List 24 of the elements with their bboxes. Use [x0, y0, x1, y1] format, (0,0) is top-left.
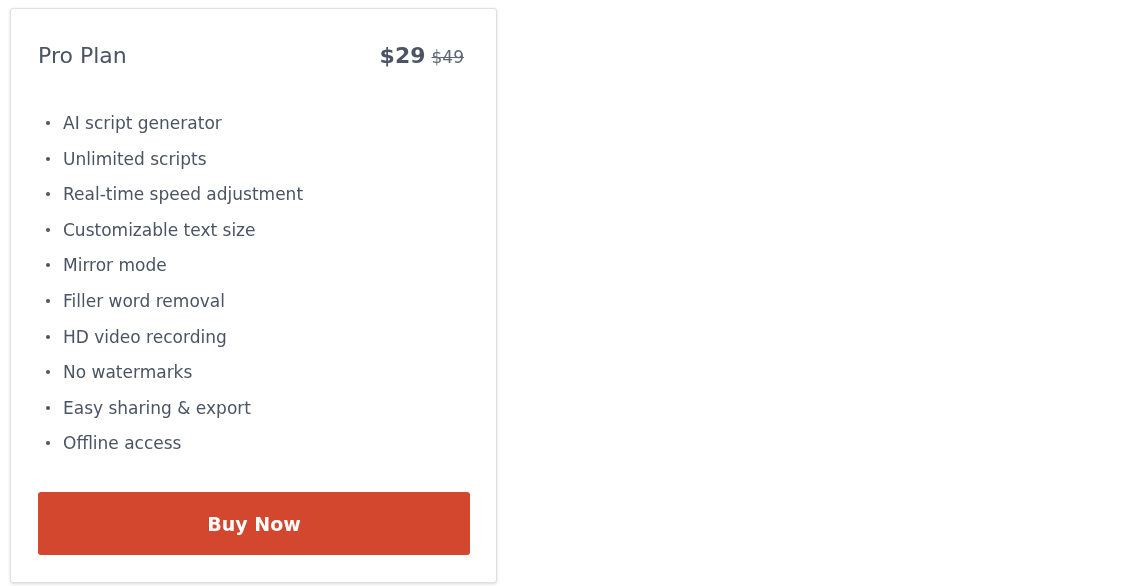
bullet-icon [46, 405, 50, 410]
feature-text: Offline access [63, 432, 182, 455]
feature-text: Mirror mode [63, 254, 167, 277]
feature-text: Filler word removal [63, 289, 225, 312]
feature-text: Customizable text size [63, 218, 256, 241]
bullet-icon [46, 192, 50, 197]
bullet-icon [46, 227, 50, 232]
feature-text: Real-time speed adjustment [63, 183, 304, 206]
bullet-icon [46, 263, 50, 268]
bullet-icon [46, 298, 50, 303]
bullet-icon [46, 370, 50, 375]
bullet-icon [46, 334, 50, 339]
price: $29 [379, 43, 426, 68]
feature-text: HD video recording [63, 325, 227, 348]
buy-button[interactable]: Buy Now [38, 492, 470, 555]
old-price: $49 [431, 47, 464, 67]
feature-text: AI script generator [63, 112, 222, 134]
bullet-icon [46, 156, 50, 161]
plan-title: Pro Plan [38, 43, 127, 68]
bullet-icon [46, 121, 50, 125]
feature-text: Unlimited scripts [63, 147, 207, 170]
feature-text: Easy sharing & export [63, 396, 251, 419]
bullet-icon [46, 441, 50, 446]
feature-text: No watermarks [63, 361, 193, 384]
